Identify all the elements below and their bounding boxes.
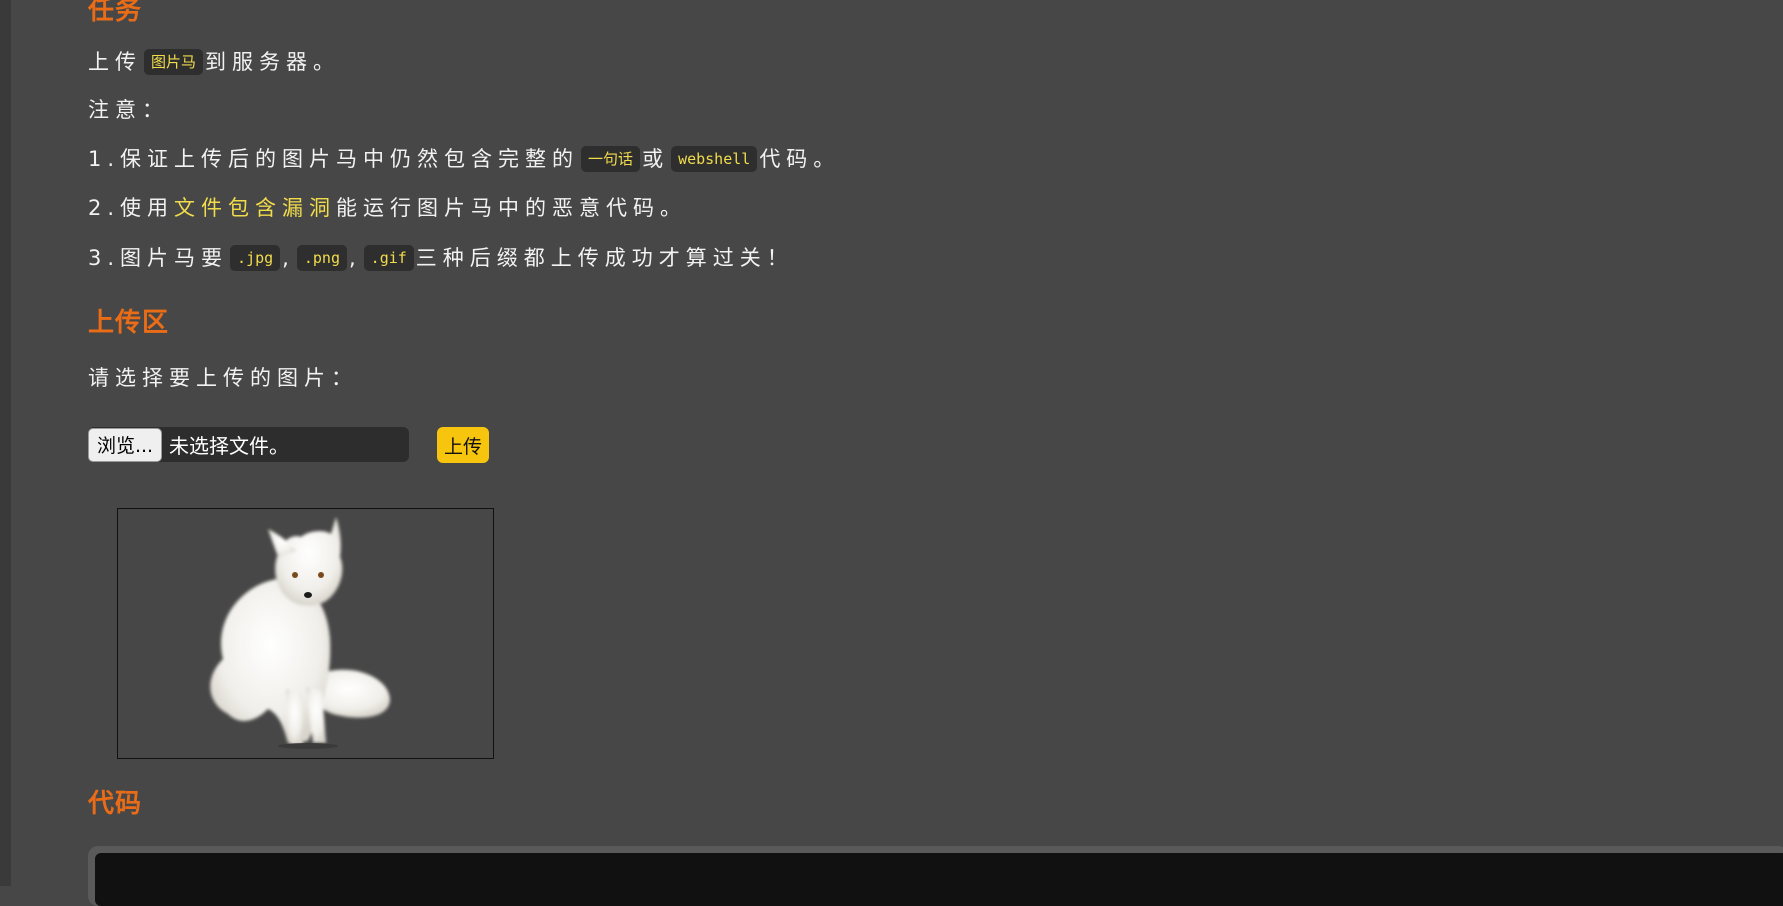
arctic-fox-image [210,517,390,749]
upload-prompt: 请选择要上传的图片： [88,366,358,390]
upload-heading: 上传区 [88,308,170,338]
upload-submit-button[interactable]: 上传 [437,427,489,463]
task-line-upload: 上传 图片马 到服务器。 [88,49,341,75]
file-status-text: 未选择文件。 [169,434,289,458]
task-heading: 任务 [88,0,143,26]
task-item-2: 2.使用文件包含漏洞能运行图片马中的恶意代码。 [88,196,688,220]
source-code-inner [95,853,1783,906]
code-gif: .gif [363,245,414,271]
source-code-block [88,846,1783,906]
code-jpg: .jpg [230,245,281,271]
code-png: .png [296,245,347,271]
browse-button[interactable]: 浏览... [88,427,162,462]
file-input[interactable]: 浏览... 未选择文件。 [88,427,409,462]
code-webshell: webshell [671,146,758,172]
code-one-liner: 一句话 [581,146,641,172]
code-image-horse: 图片马 [144,49,204,75]
file-inclusion-highlight: 文件包含漏洞 [174,196,337,220]
code-heading: 代码 [88,789,143,819]
left-edge-strip [0,0,11,886]
task-item-1: 1.保证上传后的图片马中仍然包含完整的 一句话或 webshell 代码。 [88,146,841,172]
preview-image [117,508,494,759]
note-label: 注意： [88,98,169,122]
task-item-3: 3.图片马要 .jpg, .png, .gif 三种后缀都上传成功才算过关！ [88,245,794,271]
